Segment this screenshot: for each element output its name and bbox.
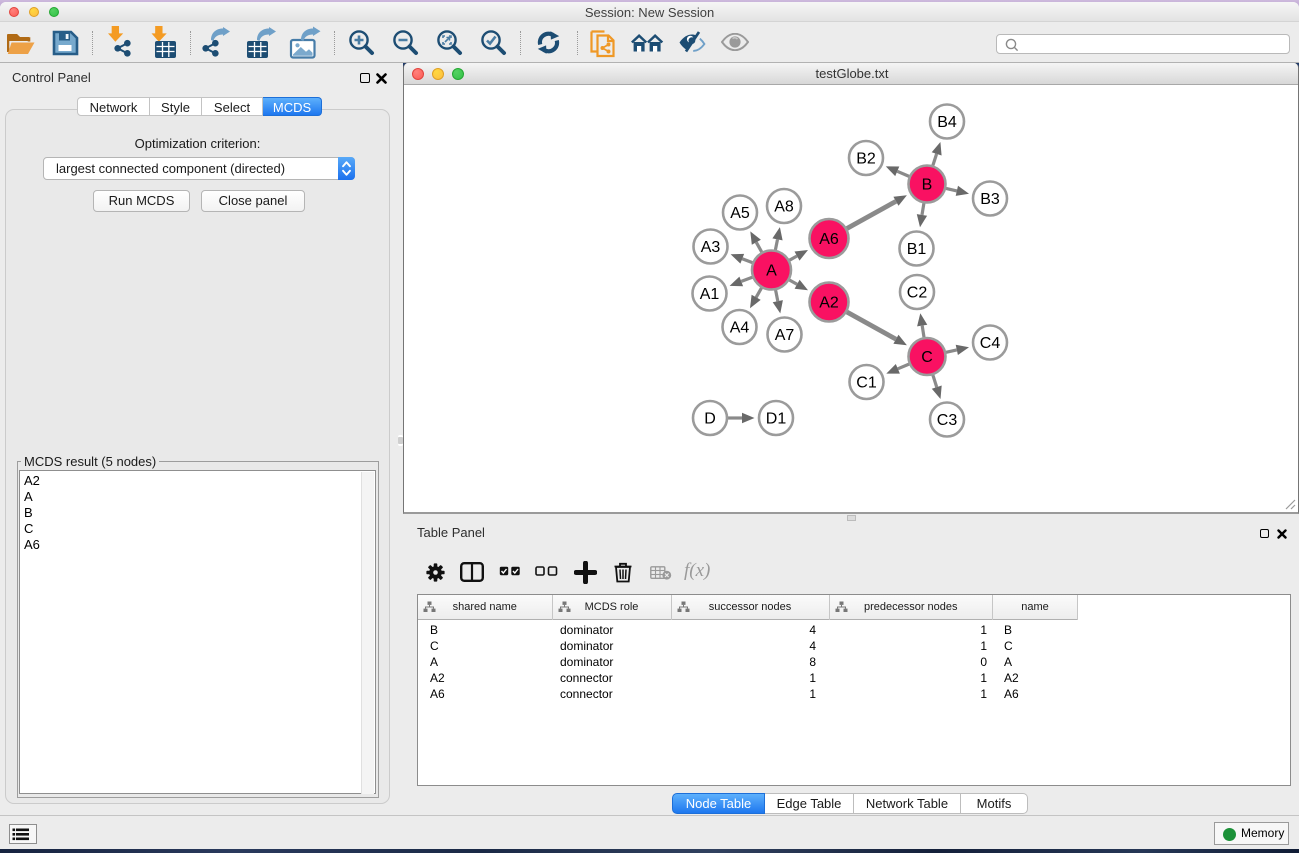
- svg-text:A: A: [766, 263, 777, 280]
- svg-text:A1: A1: [700, 286, 720, 303]
- svg-text:A7: A7: [775, 327, 795, 344]
- svg-text:A8: A8: [774, 199, 794, 216]
- svg-text:C: C: [921, 349, 933, 366]
- svg-text:A6: A6: [819, 231, 839, 248]
- svg-text:C4: C4: [980, 335, 1001, 352]
- svg-text:A2: A2: [819, 295, 839, 312]
- svg-text:B4: B4: [937, 114, 957, 131]
- svg-text:B1: B1: [907, 241, 927, 258]
- svg-text:A4: A4: [730, 320, 750, 337]
- svg-text:C3: C3: [937, 412, 958, 429]
- svg-text:B2: B2: [856, 151, 876, 168]
- svg-text:C2: C2: [907, 285, 928, 302]
- svg-text:C1: C1: [856, 375, 877, 392]
- svg-text:B: B: [922, 177, 933, 194]
- svg-text:A3: A3: [701, 239, 721, 256]
- svg-text:D: D: [704, 411, 716, 428]
- svg-text:B3: B3: [980, 191, 1000, 208]
- svg-text:A5: A5: [730, 205, 750, 222]
- svg-text:D1: D1: [766, 411, 787, 428]
